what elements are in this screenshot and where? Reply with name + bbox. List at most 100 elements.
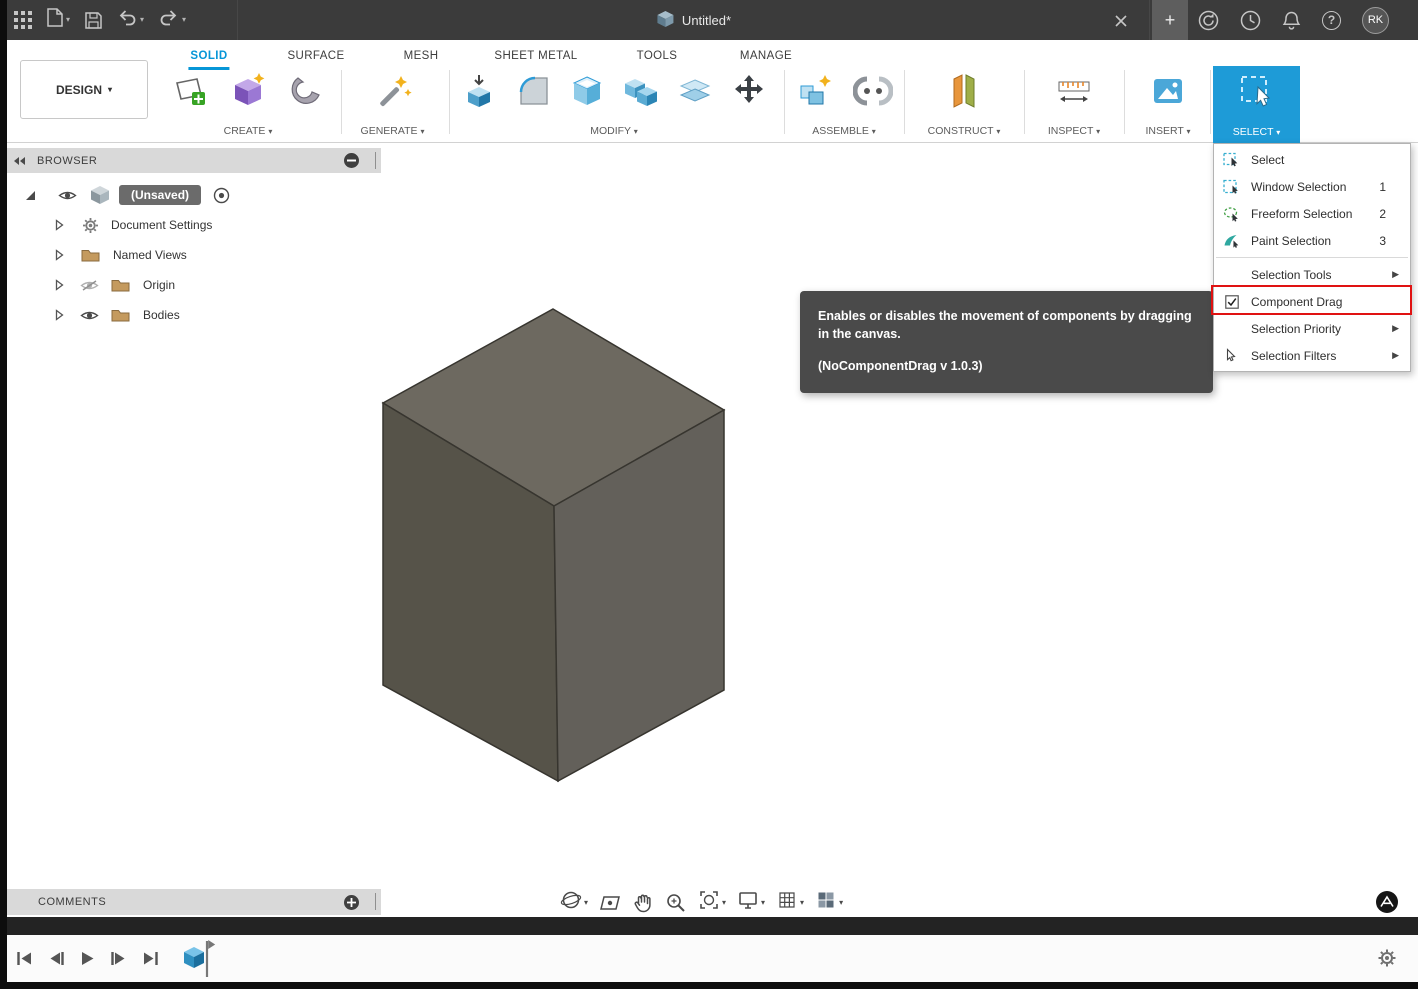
- visibility-eye-icon[interactable]: [58, 189, 77, 202]
- redo-button[interactable]: ▾: [159, 9, 186, 31]
- zoom-button[interactable]: [665, 892, 687, 914]
- browser-item-label[interactable]: Document Settings: [111, 218, 212, 232]
- group-label-generate[interactable]: GENERATE ▾: [345, 125, 440, 137]
- comments-panel[interactable]: COMMENTS: [7, 889, 381, 915]
- caret-down-icon[interactable]: ▾: [66, 16, 70, 24]
- grid-settings-button[interactable]: ▾: [776, 889, 804, 916]
- new-document-button[interactable]: ▾: [47, 8, 70, 32]
- caret-down-icon[interactable]: ▾: [584, 899, 588, 907]
- new-tab-button[interactable]: +: [1152, 0, 1188, 40]
- tab-sheet-metal[interactable]: SHEET METAL: [492, 47, 579, 67]
- timeline-position-marker[interactable]: [203, 938, 217, 985]
- user-avatar[interactable]: RK: [1362, 7, 1389, 34]
- eye-hidden-icon[interactable]: [80, 279, 99, 292]
- group-label-create[interactable]: CREATE ▾: [160, 125, 336, 137]
- create-box-icon[interactable]: [226, 69, 270, 113]
- expand-closed-icon[interactable]: [55, 309, 64, 321]
- create-form-icon[interactable]: [284, 69, 328, 113]
- checkbox-checked-icon[interactable]: [1222, 294, 1242, 310]
- collapse-all-icon[interactable]: [344, 153, 359, 168]
- browser-item-origin[interactable]: Origin: [7, 272, 175, 298]
- group-label-insert[interactable]: INSERT ▾: [1128, 125, 1208, 137]
- pan-button[interactable]: [632, 892, 654, 914]
- close-tab-icon[interactable]: [1115, 14, 1127, 32]
- generate-wand-icon[interactable]: [371, 69, 415, 113]
- panel-resize-handle[interactable]: [375, 152, 376, 169]
- caret-down-icon[interactable]: ▾: [722, 899, 726, 907]
- new-component-icon[interactable]: [793, 69, 837, 113]
- tab-surface[interactable]: SURFACE: [285, 47, 346, 67]
- collapse-panel-icon[interactable]: [13, 156, 26, 166]
- tab-tools[interactable]: TOOLS: [635, 47, 680, 67]
- group-label-assemble[interactable]: ASSEMBLE ▾: [788, 125, 900, 137]
- tab-manage[interactable]: MANAGE: [738, 47, 794, 67]
- move-copy-icon[interactable]: [727, 69, 771, 113]
- expand-closed-icon[interactable]: [55, 219, 64, 231]
- go-to-end-button[interactable]: [142, 951, 159, 966]
- caret-down-icon[interactable]: ▾: [182, 16, 186, 24]
- clock-icon[interactable]: [1240, 10, 1261, 31]
- fit-button[interactable]: ▾: [698, 889, 726, 916]
- menu-item-component-drag[interactable]: Component Drag: [1214, 288, 1410, 315]
- fillet-icon[interactable]: [511, 69, 555, 113]
- caret-down-icon[interactable]: ▾: [800, 899, 804, 907]
- job-status-icon[interactable]: [1198, 10, 1219, 31]
- group-label-modify[interactable]: MODIFY ▾: [452, 125, 776, 137]
- menu-item-selection-tools[interactable]: Selection Tools ▶: [1214, 261, 1410, 288]
- display-settings-button[interactable]: ▾: [737, 889, 765, 916]
- save-button[interactable]: [85, 12, 102, 29]
- add-comment-icon[interactable]: [344, 895, 359, 910]
- document-tab[interactable]: Untitled*: [237, 0, 1150, 40]
- step-forward-button[interactable]: [110, 951, 127, 966]
- step-back-button[interactable]: [48, 951, 65, 966]
- look-at-button[interactable]: [599, 892, 621, 914]
- browser-item-label[interactable]: Bodies: [143, 308, 180, 322]
- design-menu-button[interactable]: DESIGN ▾: [20, 60, 148, 119]
- browser-item-bodies[interactable]: Bodies: [7, 302, 180, 328]
- browser-root-row[interactable]: (Unsaved): [7, 182, 230, 208]
- caret-down-icon[interactable]: ▾: [761, 899, 765, 907]
- menu-item-freeform-selection[interactable]: Freeform Selection 2: [1214, 200, 1410, 227]
- shell-icon[interactable]: [565, 69, 609, 113]
- combine-icon[interactable]: [619, 69, 663, 113]
- construct-plane-icon[interactable]: [942, 69, 986, 113]
- browser-item-label[interactable]: Origin: [143, 278, 175, 292]
- autodesk-logo-icon[interactable]: [1376, 891, 1398, 918]
- orbit-button[interactable]: ▾: [560, 889, 588, 916]
- viewports-button[interactable]: ▾: [815, 889, 843, 916]
- joint-icon[interactable]: [851, 69, 895, 113]
- notifications-bell-icon[interactable]: [1282, 10, 1301, 31]
- browser-item-document-settings[interactable]: Document Settings: [7, 212, 212, 238]
- group-label-construct[interactable]: CONSTRUCT ▾: [908, 125, 1020, 137]
- group-label-inspect[interactable]: INSPECT ▾: [1028, 125, 1120, 137]
- go-to-start-button[interactable]: [16, 951, 33, 966]
- timeline-feature-cube[interactable]: [183, 945, 205, 975]
- expand-closed-icon[interactable]: [55, 279, 64, 291]
- tab-mesh[interactable]: MESH: [402, 47, 441, 67]
- browser-item-label[interactable]: Named Views: [113, 248, 187, 262]
- menu-item-paint-selection[interactable]: Paint Selection 3: [1214, 227, 1410, 254]
- browser-item-named-views[interactable]: Named Views: [7, 242, 187, 268]
- visibility-eye-icon[interactable]: [80, 309, 99, 322]
- measure-icon[interactable]: [1052, 69, 1096, 113]
- expand-closed-icon[interactable]: [55, 249, 64, 261]
- undo-button[interactable]: ▾: [117, 9, 144, 31]
- caret-down-icon[interactable]: ▾: [839, 899, 843, 907]
- press-pull-icon[interactable]: [457, 69, 501, 113]
- panel-resize-handle[interactable]: [375, 893, 376, 910]
- expand-open-icon[interactable]: [25, 190, 36, 201]
- activate-component-radio[interactable]: [213, 187, 230, 204]
- menu-item-select[interactable]: Select: [1214, 146, 1410, 173]
- menu-item-selection-filters[interactable]: Selection Filters ▶: [1214, 342, 1410, 369]
- play-button[interactable]: [80, 951, 95, 966]
- help-icon[interactable]: ?: [1322, 11, 1341, 30]
- caret-down-icon[interactable]: ▾: [140, 16, 144, 24]
- app-menu-icon[interactable]: [14, 11, 32, 29]
- menu-item-selection-priority[interactable]: Selection Priority ▶: [1214, 315, 1410, 342]
- insert-canvas-icon[interactable]: [1146, 69, 1190, 113]
- create-sketch-icon[interactable]: [168, 69, 212, 113]
- menu-item-window-selection[interactable]: Window Selection 1: [1214, 173, 1410, 200]
- select-tool-button[interactable]: SELECT ▾: [1213, 66, 1300, 143]
- unsaved-badge[interactable]: (Unsaved): [119, 185, 201, 205]
- offset-face-icon[interactable]: [673, 69, 717, 113]
